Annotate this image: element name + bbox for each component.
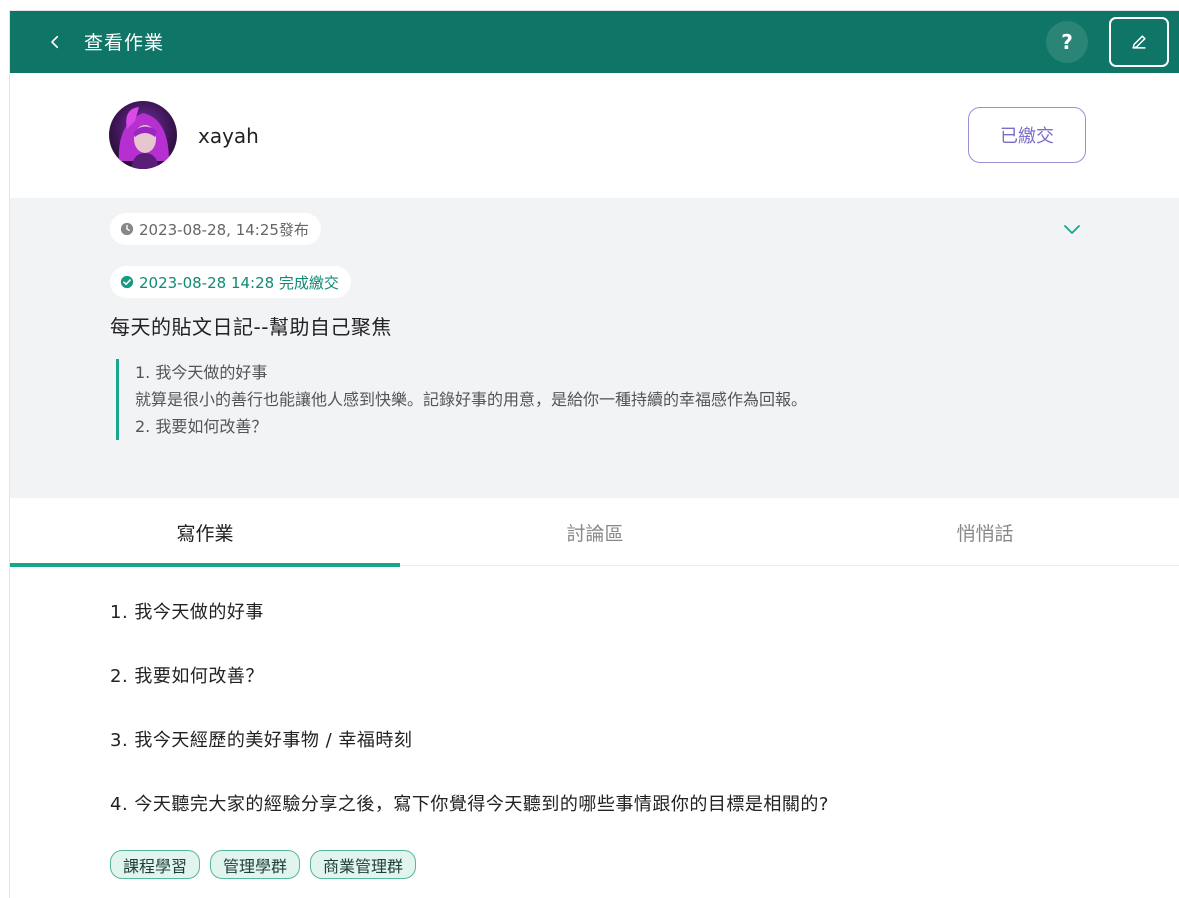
assignment-info-panel: 2023-08-28, 14:25發布 2023-08-28 14:28 完成繳…	[10, 198, 1179, 498]
assignment-title: 每天的貼文日記--幫助自己聚焦	[110, 315, 392, 339]
submitted-time-badge: 2023-08-28 14:28 完成繳交	[110, 266, 351, 298]
tag-business-management[interactable]: 商業管理群	[310, 850, 417, 879]
tab-bar: 寫作業 討論區 悄悄話	[10, 498, 1179, 567]
check-circle-icon	[120, 275, 134, 289]
username: xayah	[198, 124, 259, 148]
tag-list: 課程學習 管理學群 商業管理群	[110, 850, 417, 879]
description-line: 1. 我今天做的好事	[135, 363, 268, 382]
question-item: 1. 我今天做的好事	[110, 602, 264, 623]
avatar	[109, 101, 177, 169]
top-bar: 查看作業 ?	[10, 11, 1179, 73]
question-item: 4. 今天聽完大家的經驗分享之後，寫下你覺得今天聽到的哪些事情跟你的目標是相關的…	[110, 794, 829, 815]
back-button[interactable]	[46, 27, 64, 57]
help-button[interactable]: ?	[1046, 21, 1088, 63]
question-item: 2. 我要如何改善？	[110, 666, 264, 687]
tag-management[interactable]: 管理學群	[210, 850, 301, 879]
published-time-text: 2023-08-28, 14:25發布	[139, 220, 309, 239]
question-item: 3. 我今天經歷的美好事物 / 幸福時刻	[110, 730, 413, 751]
collapse-button[interactable]	[1060, 218, 1084, 242]
edit-button[interactable]	[1109, 17, 1169, 67]
tab-private-message[interactable]: 悄悄話	[790, 498, 1179, 566]
tag-course-learning[interactable]: 課程學習	[110, 850, 201, 879]
chevron-left-icon	[51, 35, 59, 49]
published-time-badge: 2023-08-28, 14:25發布	[110, 213, 321, 245]
submitted-time-text: 2023-08-28 14:28 完成繳交	[139, 273, 339, 292]
assignment-description: 1. 我今天做的好事 就算是很小的善行也能讓他人感到快樂。記錄好事的用意，是給你…	[116, 359, 1016, 440]
pencil-icon	[1132, 35, 1146, 49]
clock-icon	[120, 222, 134, 236]
submitted-status-button[interactable]: 已繳交	[968, 107, 1086, 163]
description-line: 2. 我要如何改善？	[135, 417, 268, 436]
tab-discussion[interactable]: 討論區	[400, 498, 790, 566]
description-line: 就算是很小的善行也能讓他人感到快樂。記錄好事的用意，是給你一種持續的幸福感作為回…	[135, 390, 808, 409]
tab-write-homework[interactable]: 寫作業	[10, 498, 400, 567]
app-frame: 查看作業 ? xayah 已繳交 2023-08-28, 14:25發布 202…	[9, 10, 1179, 898]
page-title: 查看作業	[84, 32, 165, 54]
chevron-down-icon	[1064, 225, 1080, 234]
